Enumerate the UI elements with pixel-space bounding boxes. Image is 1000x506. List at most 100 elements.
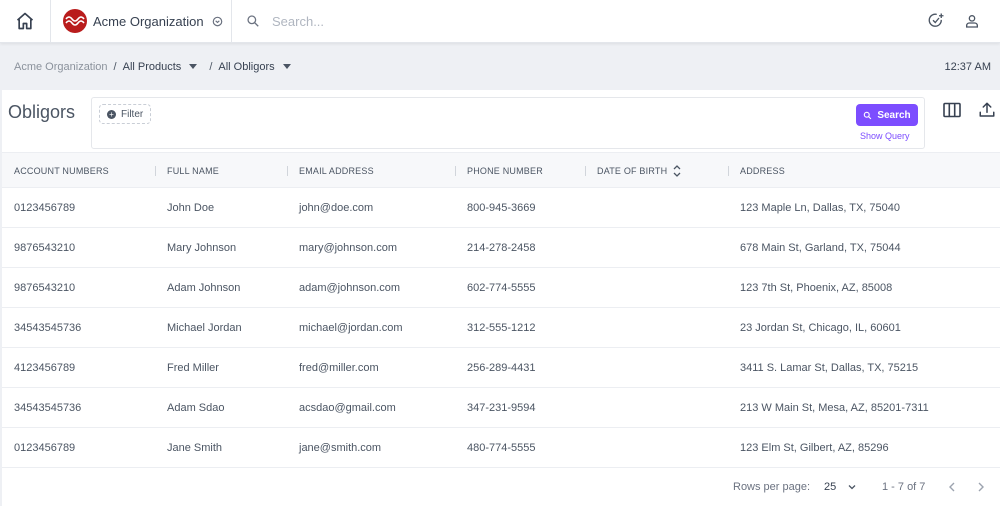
add-filter-button[interactable]: + Filter	[99, 104, 152, 124]
badge-check-add-icon	[928, 13, 944, 27]
cell-email: fred@miller.com	[299, 362, 379, 374]
sort-icon[interactable]	[673, 164, 681, 178]
search-input[interactable]	[272, 13, 672, 29]
column-divider[interactable]	[287, 166, 288, 176]
top-bar: Acme Organization	[0, 0, 1000, 43]
org-name: Acme Organization	[93, 13, 204, 29]
org-chevron-icon	[212, 16, 223, 27]
cell-full-name: Fred Miller	[167, 362, 219, 374]
cell-account-number: 34543545736	[14, 322, 82, 334]
column-header-phone-number[interactable]: PHONE NUMBER	[467, 153, 543, 189]
rows-per-page-label: Rows per page:	[733, 481, 811, 493]
next-page-button[interactable]	[977, 482, 985, 495]
filter-label: Filter	[121, 108, 144, 120]
task-add-button[interactable]	[918, 3, 954, 39]
obligors-panel: Obligors + Filter Search Show Query ACCO…	[2, 90, 1000, 506]
cell-account-number: 9876543210	[14, 242, 76, 254]
filter-box: + Filter Search Show Query	[91, 97, 925, 149]
breadcrumb-separator: /	[113, 60, 117, 73]
column-divider[interactable]	[455, 166, 456, 176]
search-icon	[864, 111, 872, 119]
cell-full-name: Adam Sdao	[167, 402, 225, 414]
cell-account-number: 0123456789	[14, 442, 76, 454]
table-header: ACCOUNT NUMBERS FULL NAME EMAIL ADDRESS …	[2, 152, 1000, 188]
column-header-full-name[interactable]: FULL NAME	[167, 153, 219, 189]
pagination-range: 1 - 7 of 7	[882, 481, 926, 493]
cell-phone: 602-774-5555	[467, 282, 536, 294]
columns-button[interactable]	[942, 100, 962, 120]
breadcrumb-root[interactable]: Acme Organization	[14, 61, 108, 73]
cell-full-name: Adam Johnson	[167, 282, 241, 294]
pagination: Rows per page: 25 1 - 7 of 7	[2, 470, 1000, 506]
chevron-down-icon	[848, 485, 856, 490]
cell-address: 123 Maple Ln, Dallas, TX, 75040	[740, 202, 901, 214]
cell-email: acsdao@gmail.com	[299, 402, 396, 414]
cell-phone: 214-278-2458	[467, 242, 536, 254]
column-header-date-of-birth-label: DATE OF BIRTH	[597, 166, 668, 176]
prev-page-button[interactable]	[948, 482, 956, 495]
cell-address: 123 7th St, Phoenix, AZ, 85008	[740, 282, 893, 294]
cell-full-name: Jane Smith	[167, 442, 223, 454]
table-row[interactable]: 0123456789 Jane Smith jane@smith.com 480…	[2, 428, 1000, 468]
plus-icon: +	[107, 109, 116, 119]
table-row[interactable]: 9876543210 Adam Johnson adam@johnson.com…	[2, 268, 1000, 308]
search-button[interactable]: Search	[856, 104, 918, 126]
clock: 12:37 AM	[944, 61, 991, 73]
column-header-date-of-birth[interactable]: DATE OF BIRTH	[597, 153, 681, 189]
column-header-email-address[interactable]: EMAIL ADDRESS	[299, 153, 374, 189]
cell-email: mary@johnson.com	[299, 242, 397, 254]
home-button[interactable]	[0, 0, 51, 43]
org-switcher[interactable]: Acme Organization	[51, 0, 232, 43]
column-header-account-numbers[interactable]: ACCOUNT NUMBERS	[14, 153, 109, 189]
column-divider[interactable]	[728, 166, 729, 176]
cell-email: john@doe.com	[299, 202, 374, 214]
cell-phone: 480-774-5555	[467, 442, 536, 454]
table-row[interactable]: 0123456789 John Doe john@doe.com 800-945…	[2, 188, 1000, 228]
cell-address: 678 Main St, Garland, TX, 75044	[740, 242, 901, 254]
column-divider[interactable]	[155, 166, 156, 176]
cell-full-name: Michael Jordan	[167, 322, 242, 334]
caret-down-icon	[282, 64, 291, 69]
breadcrumb-products[interactable]: All Products	[123, 61, 198, 73]
table-row[interactable]: 34543545736 Adam Sdao acsdao@gmail.com 3…	[2, 388, 1000, 428]
column-divider[interactable]	[585, 166, 586, 176]
chevron-left-icon	[949, 482, 955, 492]
org-logo	[63, 9, 87, 33]
rows-per-page-value: 25	[824, 481, 837, 493]
user-menu-button[interactable]	[954, 3, 990, 39]
show-query-link[interactable]: Show Query	[860, 131, 910, 141]
cell-account-number: 4123456789	[14, 362, 76, 374]
page-title: Obligors	[8, 102, 76, 122]
chevron-right-icon	[978, 482, 984, 492]
cell-full-name: Mary Johnson	[167, 242, 237, 254]
search-icon	[247, 15, 259, 27]
table-row[interactable]: 4123456789 Fred Miller fred@miller.com 2…	[2, 348, 1000, 388]
caret-down-icon	[189, 64, 198, 69]
cell-phone: 256-289-4431	[467, 362, 536, 374]
cell-email: michael@jordan.com	[299, 322, 403, 334]
export-button[interactable]	[977, 100, 997, 120]
cell-address: 213 W Main St, Mesa, AZ, 85201-7311	[740, 402, 929, 414]
rows-per-page-select[interactable]: 25	[824, 481, 856, 493]
cell-email: jane@smith.com	[299, 442, 382, 454]
breadcrumb: Acme Organization / All Products / All O…	[0, 43, 1000, 90]
cell-phone: 800-945-3669	[467, 202, 536, 214]
table-row[interactable]: 34543545736 Michael Jordan michael@jorda…	[2, 308, 1000, 348]
home-icon	[16, 12, 34, 30]
global-search	[232, 0, 918, 43]
table-body: 0123456789 John Doe john@doe.com 800-945…	[2, 188, 1000, 468]
column-header-address[interactable]: ADDRESS	[740, 153, 785, 189]
cell-address: 3411 S. Lamar St, Dallas, TX, 75215	[740, 362, 919, 374]
breadcrumb-products-label: All Products	[122, 60, 182, 73]
breadcrumb-obligors[interactable]: All Obligors	[218, 60, 291, 73]
cell-phone: 312-555-1212	[467, 322, 536, 334]
cell-account-number: 34543545736	[14, 402, 82, 414]
columns-icon	[943, 102, 961, 118]
cell-email: adam@johnson.com	[299, 282, 401, 294]
search-button-label: Search	[877, 109, 911, 121]
table-row[interactable]: 9876543210 Mary Johnson mary@johnson.com…	[2, 228, 1000, 268]
cell-account-number: 0123456789	[14, 202, 76, 214]
upload-icon	[979, 102, 995, 117]
breadcrumb-separator: /	[209, 60, 213, 73]
breadcrumb-obligors-label: All Obligors	[218, 60, 275, 73]
